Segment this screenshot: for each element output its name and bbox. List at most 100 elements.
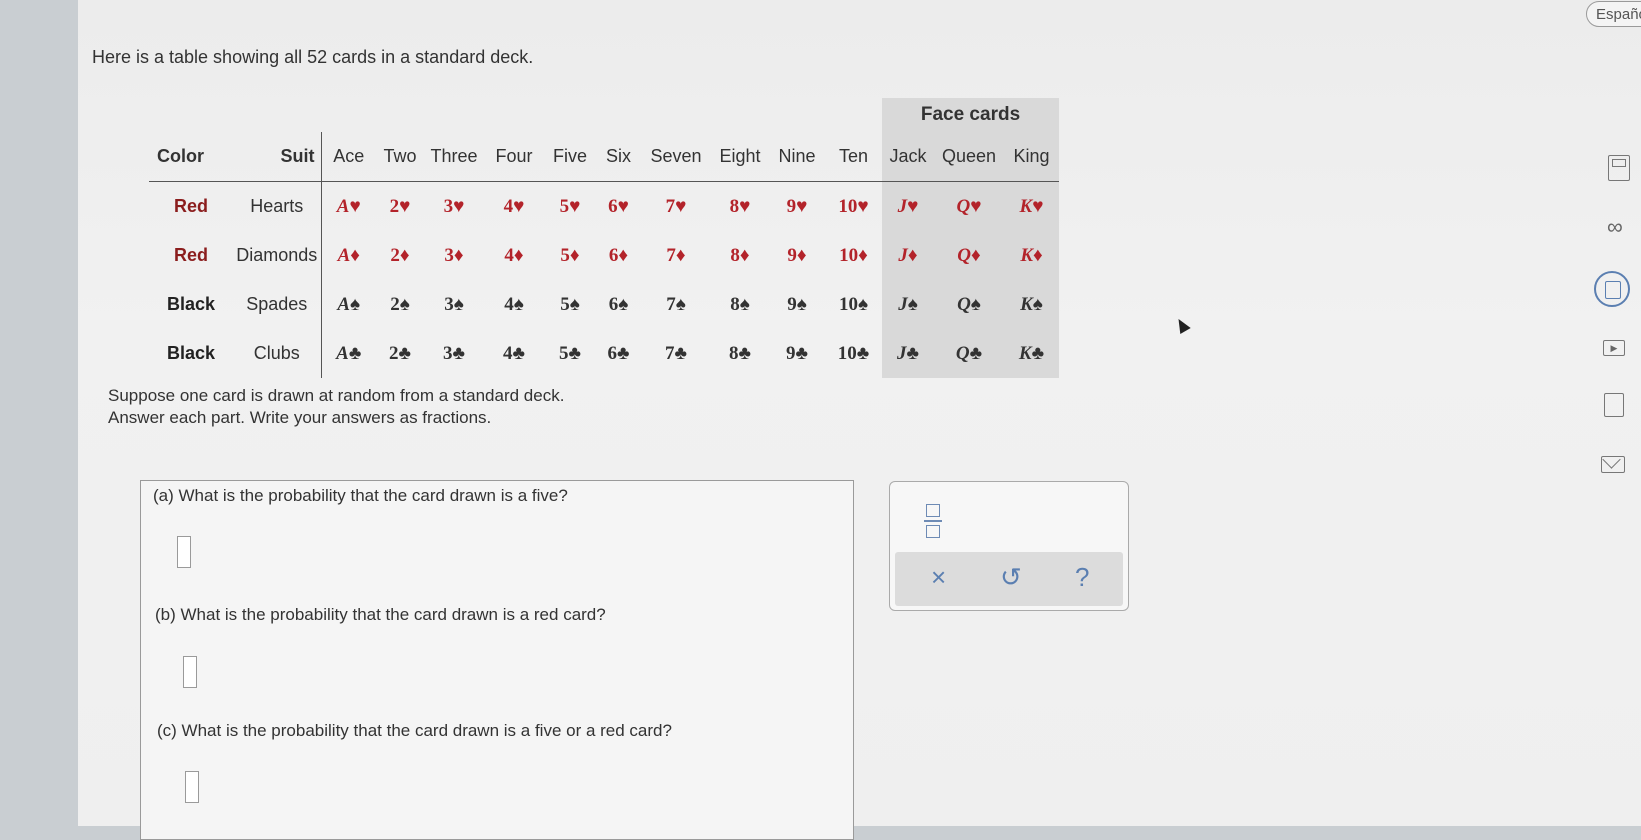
card-cell: 10♠: [838, 293, 869, 315]
card-cell: 9♣: [786, 342, 808, 364]
card-cell: A♦: [337, 244, 360, 266]
card-cell: J♠: [882, 280, 934, 329]
answer-b-input[interactable]: [183, 656, 197, 688]
card-cell: 2♣: [389, 342, 411, 364]
rank-header: King: [1004, 132, 1059, 182]
card-cell: A♠: [337, 293, 361, 315]
card-cell: 3♣: [443, 342, 465, 364]
card-cell: 7♥: [665, 195, 687, 217]
rank-header: Nine: [769, 132, 825, 182]
card-cell: 5♠: [560, 293, 580, 315]
card-cell: 3♦: [444, 244, 464, 266]
card-cell: 3♠: [444, 293, 464, 315]
suit-cell: Clubs: [233, 329, 322, 378]
card-cell: K♣: [1004, 329, 1059, 378]
infinity-icon[interactable]: ∞: [1607, 214, 1623, 240]
card-cell: 8♥: [729, 195, 751, 217]
suit-cell: Diamonds: [233, 231, 322, 280]
rank-header: Six: [596, 132, 641, 182]
color-cell: Red: [173, 196, 208, 216]
question-b: (b) What is the probability that the car…: [155, 605, 606, 624]
color-cell: Black: [166, 343, 216, 363]
card-cell: 10♥: [838, 195, 869, 217]
card-cell: K♦: [1004, 231, 1059, 280]
card-cell: 3♥: [443, 195, 465, 217]
card-cell: 10♣: [837, 342, 870, 364]
suit-cell: Spades: [233, 280, 322, 329]
suit-header: Suit: [233, 132, 322, 182]
card-cell: 4♦: [504, 244, 524, 266]
face-cards-header: Face cards: [882, 98, 1059, 132]
card-cell: A♣: [336, 342, 362, 364]
card-cell: 5♣: [559, 342, 581, 364]
rank-header: Four: [484, 132, 544, 182]
rank-header: Eight: [711, 132, 769, 182]
numerator-box-icon: [926, 504, 940, 517]
card-cell: Q♠: [934, 280, 1004, 329]
card-cell: 2♥: [389, 195, 411, 217]
card-cell: 7♠: [666, 293, 686, 315]
calculator-icon[interactable]: [1608, 155, 1630, 181]
video-icon[interactable]: ▶: [1603, 340, 1625, 356]
card-cell: Q♦: [934, 231, 1004, 280]
calculator-screen: [1612, 159, 1626, 167]
document-shape: [1605, 281, 1621, 299]
prompt: Suppose one card is drawn at random from…: [108, 385, 564, 429]
card-cell: 6♠: [608, 293, 629, 315]
card-cell: K♥: [1004, 181, 1059, 231]
prompt-line-2: Answer each part. Write your answers as …: [108, 408, 492, 427]
card-cell: 2♦: [390, 244, 410, 266]
card-cell: 8♦: [730, 244, 750, 266]
rank-header: Three: [424, 132, 484, 182]
card-cell: 9♥: [786, 195, 808, 217]
card-cell: 6♣: [607, 342, 630, 364]
card-cell: 4♣: [503, 342, 525, 364]
color-header: Color: [149, 132, 233, 182]
calendar-icon[interactable]: [1604, 393, 1624, 417]
table-row: Red Diamonds A♦ 2♦ 3♦ 4♦ 5♦ 6♦ 7♦ 8♦ 9♦ 10♦ J♦ Q♦ K♦: [149, 231, 1059, 280]
denominator-box-icon: [926, 525, 940, 538]
intro-text: Here is a table showing all 52 cards in …: [92, 47, 534, 67]
card-cell: K♠: [1004, 280, 1059, 329]
question-box: (a) What is the probability that the car…: [140, 480, 854, 840]
card-cell: 2♠: [390, 293, 410, 315]
card-cell: A♥: [336, 195, 361, 217]
fraction-bar-icon: [924, 520, 942, 522]
card-cell: 8♠: [730, 293, 750, 315]
clear-button[interactable]: ×: [931, 562, 946, 593]
document-icon[interactable]: [1594, 271, 1630, 307]
rank-header: Seven: [641, 132, 711, 182]
rank-header: Ace: [321, 132, 376, 182]
fraction-button[interactable]: [922, 502, 944, 540]
card-cell: 5♥: [559, 195, 581, 217]
help-button[interactable]: ?: [1075, 562, 1089, 593]
card-cell: 4♠: [504, 293, 524, 315]
deck-table: Face cards Color Suit Ace Two Three Four Fiv…: [149, 98, 1059, 378]
card-cell: J♣: [882, 329, 934, 378]
rank-header: Five: [544, 132, 596, 182]
card-cell: 8♣: [729, 342, 751, 364]
table-row: Black Clubs A♣ 2♣ 3♣ 4♣ 5♣ 6♣ 7♣ 8♣ 9♣ 10♣ J♣ Q♣ K♣: [149, 329, 1059, 378]
color-cell: Black: [166, 294, 216, 314]
language-button[interactable]: Españo: [1586, 1, 1641, 27]
card-cell: 4♥: [503, 195, 525, 217]
card-cell: J♥: [882, 181, 934, 231]
table-row: Black Spades A♠ 2♠ 3♠ 4♠ 5♠ 6♠ 7♠ 8♠ 9♠ 10♠ J♠ Q♠ K♠: [149, 280, 1059, 329]
color-cell: Red: [173, 245, 208, 265]
card-cell: 9♦: [787, 244, 807, 266]
suit-cell: Hearts: [233, 181, 322, 231]
card-cell: 7♣: [665, 342, 687, 364]
rank-header: Jack: [882, 132, 934, 182]
rank-header: Ten: [825, 132, 882, 182]
tool-bar: × ↺ ?: [895, 552, 1123, 606]
card-cell: 6♦: [608, 244, 629, 266]
card-cell: 6♥: [608, 195, 629, 217]
answer-c-input[interactable]: [185, 771, 199, 803]
rank-header: Two: [376, 132, 424, 182]
question-a: (a) What is the probability that the car…: [153, 486, 568, 505]
card-cell: Q♥: [934, 181, 1004, 231]
card-cell: 9♠: [787, 293, 807, 315]
undo-button[interactable]: ↺: [1000, 562, 1022, 593]
answer-a-input[interactable]: [177, 536, 191, 568]
mail-icon[interactable]: [1601, 450, 1625, 473]
